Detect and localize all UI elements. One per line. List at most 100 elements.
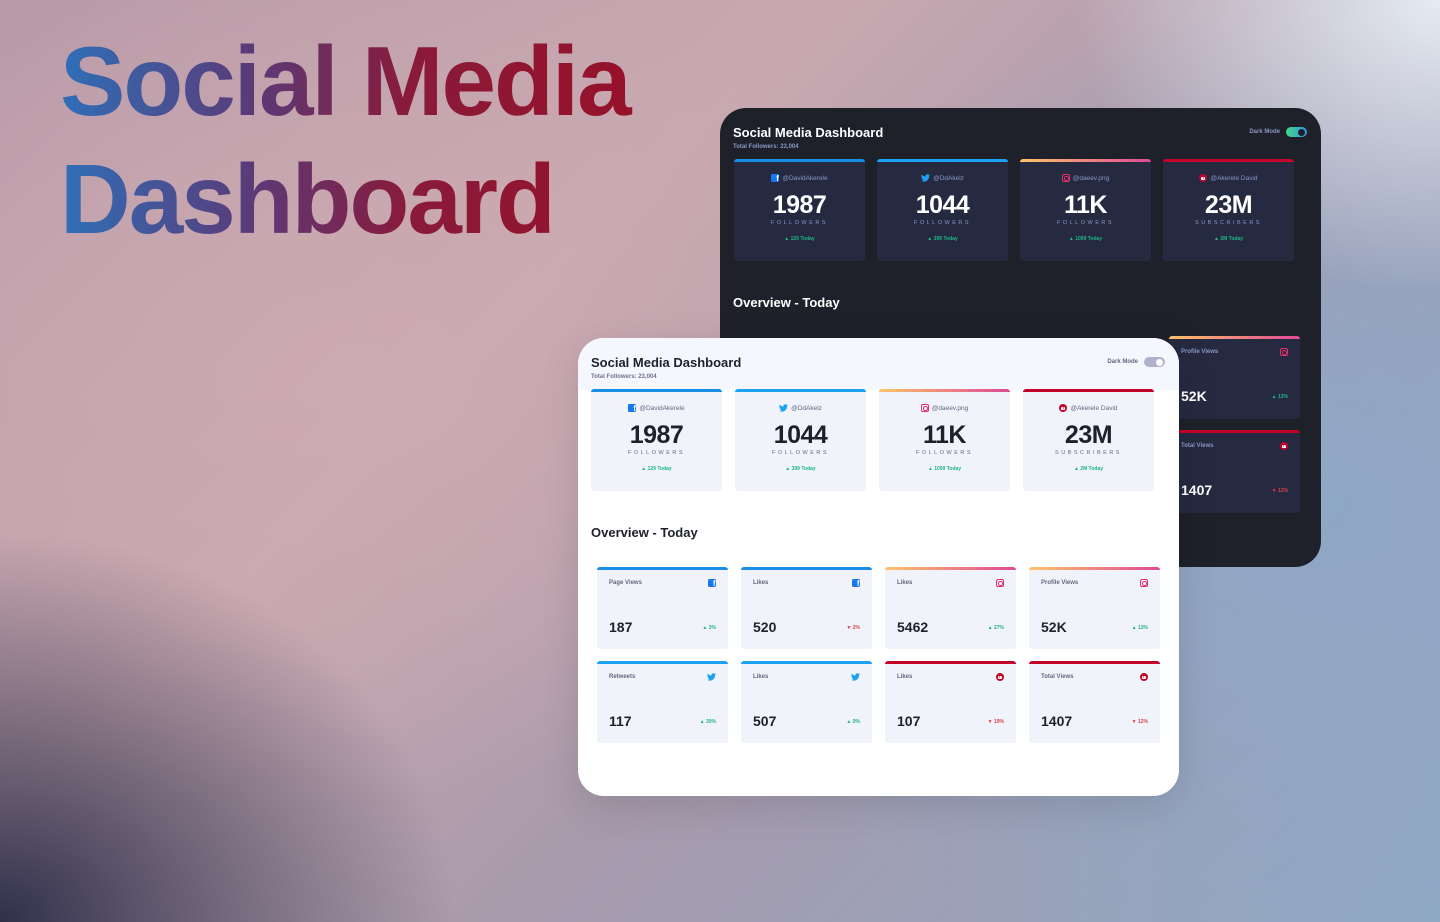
facebook-icon (852, 579, 860, 588)
toggle-knob (1298, 128, 1305, 136)
follower-card-instagram: @daeev.png 11K FOLLOWERS ▲ 1099 Today (879, 389, 1010, 491)
card-handle: @DdAkelz (735, 404, 866, 412)
overview-change: ▼ 12% (1271, 488, 1288, 494)
light-dashboard: Social Media Dashboard Total Followers: … (578, 338, 1179, 796)
overview-change: ▲ 13% (1131, 625, 1148, 631)
follower-unit: FOLLOWERS (915, 450, 974, 456)
overview-value: 507 (753, 713, 777, 729)
overview-label: Likes (897, 674, 913, 680)
card-accent-bar (885, 661, 1016, 664)
follower-card-twitter: @DdAkelz 1044 FOLLOWERS ▲ 399 Today (877, 159, 1008, 261)
follower-unit: FOLLOWERS (1056, 220, 1115, 226)
follower-unit: FOLLOWERS (770, 220, 829, 226)
follower-today: ▲ 129 Today (784, 236, 815, 242)
follower-today: ▲ 399 Today (785, 466, 816, 472)
facebook-icon (771, 174, 780, 183)
overview-value: 52K (1181, 388, 1207, 404)
card-accent-bar (879, 389, 1010, 392)
hero-title: Social Media Dashboard (60, 22, 700, 258)
card-accent-bar (1029, 661, 1160, 664)
card-accent-bar (741, 661, 872, 664)
follower-unit: FOLLOWERS (913, 220, 972, 226)
follower-today: ▲ 129 Today (641, 466, 672, 472)
card-accent-bar (1020, 159, 1151, 162)
dark-mode-toggle-group: Dark Mode (1107, 357, 1165, 367)
overview-card-youtube-total-views: Total Views 1407 ▼ 12% (1029, 661, 1160, 743)
youtube-handle: @Akerele David (1070, 404, 1118, 412)
overview-label: Total Views (1181, 443, 1214, 449)
card-accent-bar (597, 567, 728, 570)
overview-value: 5462 (897, 619, 929, 635)
card-accent-bar (741, 567, 872, 570)
youtube-icon (996, 673, 1004, 681)
follower-unit: FOLLOWERS (627, 450, 686, 456)
card-handle: @daeev.png (879, 404, 1010, 412)
card-handle: @DavidAkerele (591, 404, 722, 413)
twitter-icon (707, 673, 716, 681)
facebook-handle: @DavidAkerele (639, 404, 685, 412)
card-handle: @Akerele David (1023, 404, 1154, 412)
card-handle: @Akerele David (1163, 174, 1294, 182)
overview-value: 1407 (1181, 482, 1213, 498)
overview-change: ▲ 13% (1271, 394, 1288, 400)
dark-mode-toggle[interactable] (1144, 357, 1165, 367)
card-accent-bar (735, 389, 866, 392)
follower-unit: SUBSCRIBERS (1195, 220, 1262, 226)
overview-value: 117 (609, 713, 632, 729)
overview-label: Profile Views (1041, 580, 1079, 586)
overview-change: ▼ 2% (846, 625, 860, 631)
facebook-icon (708, 579, 716, 588)
follower-count: 1987 (629, 421, 684, 449)
dashboard-title: Social Media Dashboard (733, 125, 884, 140)
follower-count: 23M (1204, 191, 1253, 219)
card-accent-bar (1029, 567, 1160, 570)
follower-card-youtube: @Akerele David 23M SUBSCRIBERS ▲ 2M Toda… (1163, 159, 1294, 261)
overview-change: ▲ 30% (699, 719, 716, 725)
follower-today: ▲ 1099 Today (1068, 236, 1103, 242)
dark-mode-toggle[interactable] (1286, 127, 1307, 137)
instagram-icon (1061, 174, 1070, 182)
youtube-icon (1059, 404, 1068, 412)
overview-value: 107 (897, 713, 921, 729)
overview-value: 187 (609, 619, 633, 635)
overview-card-twitter-retweets: Retweets 117 ▲ 30% (597, 661, 728, 743)
follower-card-instagram: @daeev.png 11K FOLLOWERS ▲ 1099 Today (1020, 159, 1151, 261)
instagram-icon (1280, 348, 1288, 356)
overview-change: ▼ 12% (1131, 719, 1148, 725)
facebook-icon (628, 404, 637, 413)
follower-count: 11K (923, 421, 966, 449)
overview-title: Overview - Today (733, 295, 840, 310)
card-handle: @DdAkelz (877, 174, 1008, 182)
card-accent-bar (1169, 336, 1300, 339)
youtube-icon (1280, 442, 1288, 450)
twitter-icon (921, 174, 931, 182)
follower-card-twitter: @DdAkelz 1044 FOLLOWERS ▲ 399 Today (735, 389, 866, 491)
overview-card-twitter-likes: Likes 507 ▲ 9% (741, 661, 872, 743)
card-accent-bar (885, 567, 1016, 570)
follower-unit: FOLLOWERS (771, 450, 830, 456)
instagram-icon (996, 579, 1004, 587)
overview-value: 520 (753, 619, 777, 635)
card-accent-bar (1163, 159, 1294, 162)
follower-card-youtube: @Akerele David 23M SUBSCRIBERS ▲ 2M Toda… (1023, 389, 1154, 491)
youtube-handle: @Akerele David (1210, 174, 1258, 182)
overview-change: ▲ 9% (846, 719, 860, 725)
overview-label: Likes (753, 674, 769, 680)
overview-change: ▲ 3% (702, 625, 716, 631)
overview-label: Likes (753, 580, 769, 586)
follower-card-facebook: @DavidAkerele 1987 FOLLOWERS ▲ 129 Today (734, 159, 865, 261)
follower-count: 1044 (773, 421, 828, 449)
hero-title-line-2: Dashboard (60, 144, 554, 254)
card-handle: @daeev.png (1020, 174, 1151, 182)
follower-count: 1044 (915, 191, 970, 219)
twitter-handle: @DdAkelz (791, 404, 822, 412)
twitter-icon (851, 673, 860, 681)
follower-today: ▲ 2M Today (1073, 466, 1104, 472)
overview-card-instagram-profile-views: Profile Views 52K ▲ 13% (1169, 336, 1300, 419)
overview-value: 1407 (1041, 713, 1073, 729)
card-accent-bar (1023, 389, 1154, 392)
total-followers: Total Followers: 23,004 (591, 374, 657, 380)
overview-card-youtube-total-views: Total Views 1407 ▼ 12% (1169, 430, 1300, 513)
instagram-icon (1140, 579, 1148, 587)
youtube-icon (1140, 673, 1148, 681)
